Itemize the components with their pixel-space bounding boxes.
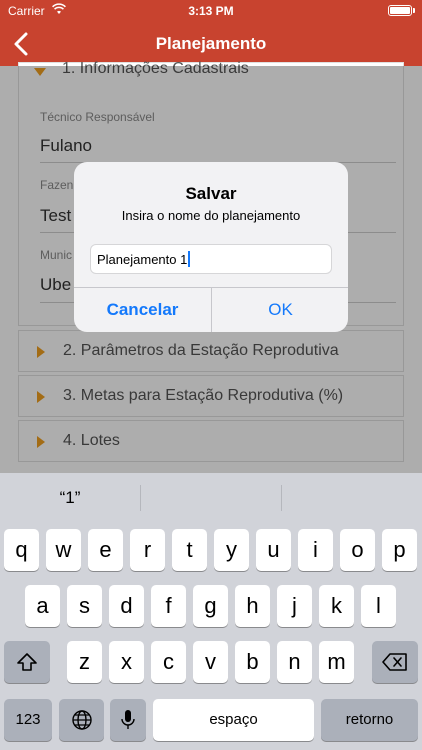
key-y[interactable]: y: [214, 529, 249, 571]
status-time: 3:13 PM: [188, 4, 234, 18]
microphone-icon: [121, 710, 135, 729]
save-alert-dialog: Salvar Insira o nome do planejamento Pla…: [74, 162, 348, 332]
key-w[interactable]: w: [46, 529, 81, 571]
space-key[interactable]: espaço: [153, 699, 314, 741]
cancel-button[interactable]: Cancelar: [74, 288, 211, 332]
key-o[interactable]: o: [340, 529, 375, 571]
key-p[interactable]: p: [382, 529, 417, 571]
alert-message: Insira o nome do planejamento: [121, 208, 301, 223]
delete-key[interactable]: [372, 641, 418, 683]
key-d[interactable]: d: [109, 585, 144, 627]
status-bar: Carrier 3:13 PM: [0, 0, 422, 22]
key-g[interactable]: g: [193, 585, 228, 627]
key-v[interactable]: v: [193, 641, 228, 683]
shift-key[interactable]: [4, 641, 50, 683]
plan-name-input[interactable]: Planejamento 1: [90, 244, 332, 274]
key-f[interactable]: f: [151, 585, 186, 627]
plan-name-input-value: Planejamento 1: [97, 251, 188, 267]
key-x[interactable]: x: [109, 641, 144, 683]
shift-icon: [17, 653, 37, 671]
numbers-key[interactable]: 123: [4, 699, 52, 741]
key-a[interactable]: a: [25, 585, 60, 627]
key-z[interactable]: z: [67, 641, 102, 683]
key-s[interactable]: s: [67, 585, 102, 627]
delete-icon: [382, 653, 407, 671]
suggestion-divider: [281, 485, 282, 511]
key-k[interactable]: k: [319, 585, 354, 627]
alert-title: Salvar: [185, 184, 237, 203]
suggestion-item[interactable]: “1”: [0, 473, 140, 523]
prediction-bar: “1”: [0, 473, 422, 523]
globe-key[interactable]: [59, 699, 104, 741]
microphone-key[interactable]: [110, 699, 146, 741]
keyboard: “1” q w e r t y u i o p a s d f g h j k …: [0, 473, 422, 750]
return-key[interactable]: retorno: [321, 699, 418, 741]
key-m[interactable]: m: [319, 641, 354, 683]
key-i[interactable]: i: [298, 529, 333, 571]
key-q[interactable]: q: [4, 529, 39, 571]
key-b[interactable]: b: [235, 641, 270, 683]
key-h[interactable]: h: [235, 585, 270, 627]
key-u[interactable]: u: [256, 529, 291, 571]
key-e[interactable]: e: [88, 529, 123, 571]
globe-icon: [71, 710, 92, 730]
suggestion-divider: [140, 485, 141, 511]
key-c[interactable]: c: [151, 641, 186, 683]
key-n[interactable]: n: [277, 641, 312, 683]
battery-tip: [413, 8, 415, 13]
key-l[interactable]: l: [361, 585, 396, 627]
text-caret: [188, 251, 191, 267]
key-j[interactable]: j: [277, 585, 312, 627]
battery-icon: [388, 5, 412, 16]
key-r[interactable]: r: [130, 529, 165, 571]
ok-button[interactable]: OK: [212, 288, 348, 332]
page-title: Planejamento: [155, 34, 267, 53]
key-t[interactable]: t: [172, 529, 207, 571]
